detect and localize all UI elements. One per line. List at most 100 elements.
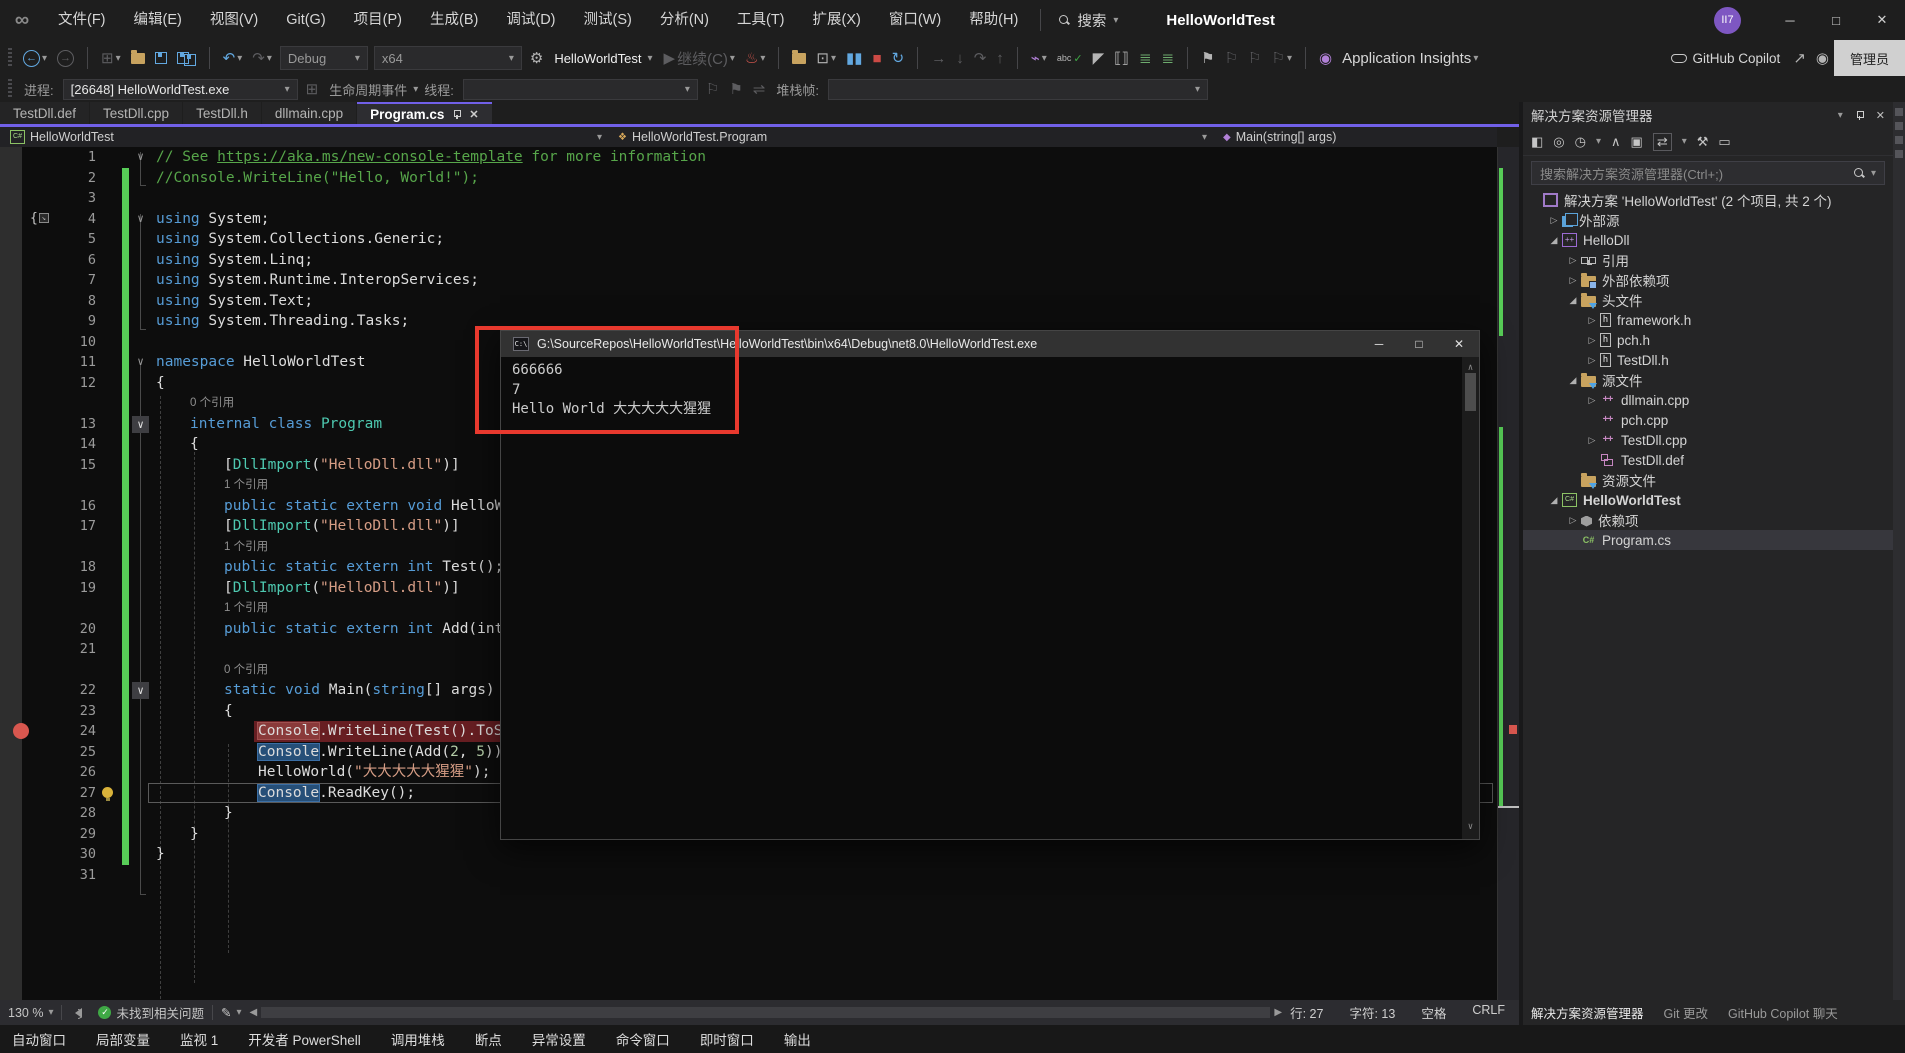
- document-tab[interactable]: TestDll.def: [0, 102, 89, 124]
- console-close-button[interactable]: ✕: [1439, 331, 1479, 357]
- health-indicator[interactable]: ✓ 未找到相关问题: [90, 1003, 212, 1022]
- tree-item[interactable]: ▷外部源: [1523, 210, 1893, 230]
- collapsed-arrow-icon[interactable]: ▷: [1586, 355, 1598, 366]
- step-over-icon[interactable]: →: [926, 50, 951, 67]
- solution-explorer-title-bar[interactable]: 解决方案资源管理器 ▾ ✕: [1523, 102, 1893, 128]
- fold-arrow-icon[interactable]: ∨: [132, 147, 149, 168]
- maximize-button[interactable]: □: [1813, 0, 1859, 40]
- close-icon[interactable]: ✕: [469, 108, 478, 121]
- tree-item[interactable]: ▷引用: [1523, 250, 1893, 270]
- wrench-icon[interactable]: ⚒: [1697, 134, 1709, 150]
- diagnostics-icon[interactable]: ⌁▾: [1026, 49, 1052, 67]
- tree-item[interactable]: TestDll.def: [1523, 450, 1893, 470]
- document-tab[interactable]: TestDll.h: [183, 102, 261, 124]
- stack-frame-dropdown[interactable]: ▾: [828, 79, 1208, 100]
- expanded-arrow-icon[interactable]: ◢: [1548, 495, 1560, 506]
- step-out-icon[interactable]: ↑: [991, 50, 1009, 67]
- thread-dropdown[interactable]: ▾: [463, 79, 698, 100]
- tool-window-tab[interactable]: 开发者 PowerShell: [248, 1029, 361, 1049]
- tool-window-tab[interactable]: 命令窗口: [616, 1029, 670, 1049]
- indent-lines-icon[interactable]: ≣: [1134, 49, 1157, 67]
- lightbulb-icon[interactable]: [102, 787, 113, 798]
- panel-tab[interactable]: GitHub Copilot 聊天: [1728, 1003, 1838, 1022]
- document-tab[interactable]: dllmain.cpp: [262, 102, 356, 124]
- application-insights-dropdown[interactable]: Application Insights▾: [1337, 50, 1483, 67]
- menu-item[interactable]: 文件(F): [44, 0, 120, 40]
- console-scrollbar[interactable]: ∧ ∨: [1462, 357, 1479, 839]
- tool-window-tab[interactable]: 调用堆栈: [391, 1029, 445, 1049]
- code-line[interactable]: 2//Console.WriteLine("Hello, World!");: [0, 168, 1497, 189]
- properties-icon[interactable]: ▣: [1631, 134, 1643, 150]
- codelens-references[interactable]: 1 个引用: [224, 475, 268, 496]
- breadcrumb-project-dropdown[interactable]: C# HelloWorldTest▾: [0, 130, 610, 144]
- clear-bookmarks-icon[interactable]: ⚐▾: [1266, 49, 1296, 67]
- startup-project-dropdown[interactable]: HelloWorldTest▾: [548, 51, 658, 66]
- redo-button[interactable]: ↷▾: [247, 49, 277, 67]
- cursor-select-icon[interactable]: ◤: [1088, 49, 1110, 67]
- swap-icon[interactable]: ⇌: [748, 80, 771, 98]
- switch-views-icon[interactable]: ◧: [1531, 134, 1543, 150]
- horizontal-scrollbar[interactable]: [261, 1007, 1270, 1018]
- code-line[interactable]: 8using System.Text;: [0, 291, 1497, 312]
- collapsed-arrow-icon[interactable]: ▷: [1586, 435, 1598, 446]
- code-line[interactable]: 31: [0, 865, 1497, 886]
- tree-item[interactable]: 资源文件: [1523, 470, 1893, 490]
- collapsed-arrow-icon[interactable]: ▷: [1586, 335, 1598, 346]
- collapsed-panel-strip[interactable]: [1893, 102, 1905, 1000]
- navigate-forward-button[interactable]: →: [52, 50, 79, 67]
- lifecycle-events-icon[interactable]: ⊞: [301, 80, 324, 98]
- fold-arrow-icon[interactable]: ∨: [132, 416, 149, 433]
- tree-item[interactable]: ◢源文件: [1523, 370, 1893, 390]
- tool-window-tab[interactable]: 输出: [784, 1029, 811, 1049]
- tool-window-tab[interactable]: 监视 1: [180, 1029, 218, 1049]
- codelens-references[interactable]: 1 个引用: [224, 537, 268, 558]
- tool-window-tab[interactable]: 自动窗口: [12, 1029, 66, 1049]
- tree-item[interactable]: ++pch.cpp: [1523, 410, 1893, 430]
- menu-item[interactable]: 编辑(E): [120, 0, 196, 40]
- panel-tab[interactable]: Git 更改: [1664, 1003, 1708, 1022]
- breakpoint-icon[interactable]: [13, 723, 29, 739]
- find-in-files-icon[interactable]: [787, 53, 811, 64]
- codelens-references[interactable]: 0 个引用: [224, 660, 268, 681]
- collapsed-arrow-icon[interactable]: ▷: [1567, 515, 1579, 526]
- menu-item[interactable]: 分析(N): [646, 0, 723, 40]
- navigate-back-button[interactable]: ←▾: [18, 50, 52, 67]
- tool-window-tab[interactable]: 即时窗口: [700, 1029, 754, 1049]
- panel-tab[interactable]: 解决方案资源管理器: [1531, 1003, 1644, 1022]
- tool-window-tab[interactable]: 局部变量: [96, 1029, 150, 1049]
- close-icon[interactable]: ✕: [1876, 109, 1885, 122]
- pin-icon[interactable]: [1855, 111, 1864, 120]
- menu-item[interactable]: Git(G): [272, 0, 339, 40]
- code-line[interactable]: 7using System.Runtime.InteropServices;: [0, 270, 1497, 291]
- collapsed-arrow-icon[interactable]: ▷: [1567, 275, 1579, 286]
- feedback-person-icon[interactable]: ◉: [1811, 49, 1834, 67]
- prev-bookmark-icon[interactable]: ⚐: [1220, 49, 1243, 67]
- pending-changes-filter-icon[interactable]: ◷: [1575, 134, 1586, 150]
- menu-item[interactable]: 帮助(H): [955, 0, 1032, 40]
- pen-icon[interactable]: ✎▾: [213, 1005, 250, 1020]
- show-output-icon[interactable]: ⊡▾: [811, 49, 841, 67]
- tool-window-tab[interactable]: 异常设置: [532, 1029, 586, 1049]
- open-file-button[interactable]: [126, 53, 150, 64]
- menu-item[interactable]: 窗口(W): [875, 0, 955, 40]
- scroll-left-icon[interactable]: ◀: [250, 1007, 258, 1018]
- tree-item[interactable]: ▷++TestDll.cpp: [1523, 430, 1893, 450]
- avatar[interactable]: II7: [1714, 7, 1741, 34]
- undo-button[interactable]: ↶▾: [218, 49, 248, 67]
- menu-item[interactable]: 项目(P): [340, 0, 416, 40]
- collapsed-arrow-icon[interactable]: ▷: [1567, 255, 1579, 266]
- bookmark-icon[interactable]: ⚑: [1196, 49, 1219, 67]
- codelens-references[interactable]: 1 个引用: [224, 598, 268, 619]
- step-into-icon[interactable]: ↓: [951, 50, 969, 67]
- save-all-button[interactable]: [172, 50, 201, 66]
- new-window-button[interactable]: ⊞▾: [96, 49, 126, 67]
- collapsed-arrow-icon[interactable]: ▷: [1586, 315, 1598, 326]
- expanded-arrow-icon[interactable]: ◢: [1567, 295, 1579, 306]
- editor-vertical-scrollbar[interactable]: [1497, 147, 1519, 1000]
- save-button[interactable]: [150, 52, 172, 64]
- code-line[interactable]: 9using System.Threading.Tasks;: [0, 311, 1497, 332]
- chevron-down-icon[interactable]: ▾: [1838, 110, 1843, 121]
- document-tab[interactable]: Program.cs✕: [357, 102, 492, 124]
- tree-item[interactable]: C#Program.cs: [1523, 530, 1893, 550]
- flag-icon[interactable]: ⚑: [724, 80, 747, 98]
